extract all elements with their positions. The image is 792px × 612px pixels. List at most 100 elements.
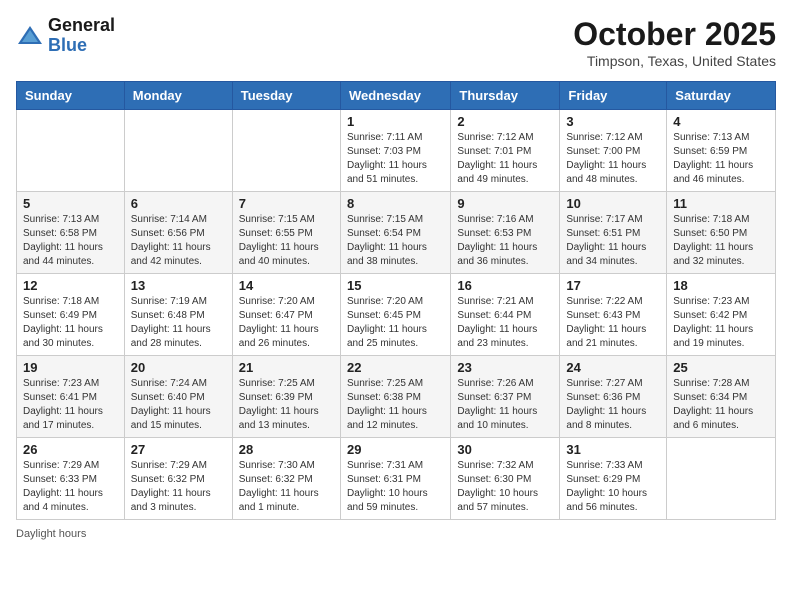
day-number: 11: [673, 196, 769, 211]
day-info: Sunrise: 7:30 AM Sunset: 6:32 PM Dayligh…: [239, 459, 334, 515]
calendar-cell: [667, 438, 776, 520]
calendar-cell: 20 Sunrise: 7:24 AM Sunset: 6:40 PM Dayli…: [124, 356, 232, 438]
day-info: Sunrise: 7:24 AM Sunset: 6:40 PM Dayligh…: [131, 377, 226, 433]
day-number: 9: [457, 196, 553, 211]
day-info: Sunrise: 7:22 AM Sunset: 6:43 PM Dayligh…: [566, 295, 660, 351]
day-info: Sunrise: 7:23 AM Sunset: 6:41 PM Dayligh…: [23, 377, 118, 433]
logo-general: General: [48, 16, 115, 36]
calendar-table: SundayMondayTuesdayWednesdayThursdayFrid…: [16, 81, 776, 520]
day-info: Sunrise: 7:21 AM Sunset: 6:44 PM Dayligh…: [457, 295, 553, 351]
calendar-cell: 6 Sunrise: 7:14 AM Sunset: 6:56 PM Daylig…: [124, 192, 232, 274]
weekday-header-tuesday: Tuesday: [232, 82, 340, 110]
day-info: Sunrise: 7:15 AM Sunset: 6:55 PM Dayligh…: [239, 213, 334, 269]
day-number: 6: [131, 196, 226, 211]
weekday-header-monday: Monday: [124, 82, 232, 110]
day-number: 18: [673, 278, 769, 293]
calendar-cell: 27 Sunrise: 7:29 AM Sunset: 6:32 PM Dayli…: [124, 438, 232, 520]
calendar-cell: [232, 110, 340, 192]
day-info: Sunrise: 7:20 AM Sunset: 6:47 PM Dayligh…: [239, 295, 334, 351]
calendar-cell: [17, 110, 125, 192]
calendar-cell: 30Sunrise: 7:32 AM Sunset: 6:30 PM Dayli…: [451, 438, 560, 520]
calendar-cell: 15Sunrise: 7:20 AM Sunset: 6:45 PM Dayli…: [340, 274, 450, 356]
calendar-cell: 10Sunrise: 7:17 AM Sunset: 6:51 PM Dayli…: [560, 192, 667, 274]
day-number: 13: [131, 278, 226, 293]
day-number: 20: [131, 360, 226, 375]
calendar-cell: [124, 110, 232, 192]
calendar-cell: 13 Sunrise: 7:19 AM Sunset: 6:48 PM Dayli…: [124, 274, 232, 356]
logo-blue: Blue: [48, 36, 115, 56]
day-number: 14: [239, 278, 334, 293]
month-title: October 2025: [573, 16, 776, 53]
day-number: 4: [673, 114, 769, 129]
calendar-cell: 19Sunrise: 7:23 AM Sunset: 6:41 PM Dayli…: [17, 356, 125, 438]
day-number: 5: [23, 196, 118, 211]
day-info: Sunrise: 7:25 AM Sunset: 6:39 PM Dayligh…: [239, 377, 334, 433]
calendar-cell: 9 Sunrise: 7:16 AM Sunset: 6:53 PM Daylig…: [451, 192, 560, 274]
day-info: Sunrise: 7:13 AM Sunset: 6:58 PM Dayligh…: [23, 213, 118, 269]
weekday-header-saturday: Saturday: [667, 82, 776, 110]
day-info: Sunrise: 7:33 AM Sunset: 6:29 PM Dayligh…: [566, 459, 660, 515]
page-header: General Blue October 2025 Timpson, Texas…: [16, 16, 776, 69]
logo-text: General Blue: [48, 16, 115, 56]
day-info: Sunrise: 7:17 AM Sunset: 6:51 PM Dayligh…: [566, 213, 660, 269]
calendar-cell: 21Sunrise: 7:25 AM Sunset: 6:39 PM Dayli…: [232, 356, 340, 438]
day-number: 1: [347, 114, 444, 129]
day-info: Sunrise: 7:12 AM Sunset: 7:01 PM Dayligh…: [457, 131, 553, 187]
day-number: 29: [347, 442, 444, 457]
day-number: 7: [239, 196, 334, 211]
day-number: 17: [566, 278, 660, 293]
day-info: Sunrise: 7:31 AM Sunset: 6:31 PM Dayligh…: [347, 459, 444, 515]
day-info: Sunrise: 7:28 AM Sunset: 6:34 PM Dayligh…: [673, 377, 769, 433]
day-info: Sunrise: 7:29 AM Sunset: 6:33 PM Dayligh…: [23, 459, 118, 515]
day-number: 22: [347, 360, 444, 375]
calendar-cell: 7 Sunrise: 7:15 AM Sunset: 6:55 PM Daylig…: [232, 192, 340, 274]
day-info: Sunrise: 7:13 AM Sunset: 6:59 PM Dayligh…: [673, 131, 769, 187]
calendar-cell: 26 Sunrise: 7:29 AM Sunset: 6:33 PM Dayli…: [17, 438, 125, 520]
week-row-2: 5 Sunrise: 7:13 AM Sunset: 6:58 PM Daylig…: [17, 192, 776, 274]
location: Timpson, Texas, United States: [573, 53, 776, 69]
logo-icon: [16, 22, 44, 50]
day-number: 27: [131, 442, 226, 457]
calendar-cell: 3Sunrise: 7:12 AM Sunset: 7:00 PM Daylig…: [560, 110, 667, 192]
day-info: Sunrise: 7:14 AM Sunset: 6:56 PM Dayligh…: [131, 213, 226, 269]
calendar-cell: 14 Sunrise: 7:20 AM Sunset: 6:47 PM Dayli…: [232, 274, 340, 356]
day-number: 16: [457, 278, 553, 293]
day-info: Sunrise: 7:15 AM Sunset: 6:54 PM Dayligh…: [347, 213, 444, 269]
calendar-cell: 22 Sunrise: 7:25 AM Sunset: 6:38 PM Dayli…: [340, 356, 450, 438]
logo: General Blue: [16, 16, 115, 56]
day-number: 12: [23, 278, 118, 293]
day-number: 2: [457, 114, 553, 129]
weekday-header-wednesday: Wednesday: [340, 82, 450, 110]
day-info: Sunrise: 7:16 AM Sunset: 6:53 PM Dayligh…: [457, 213, 553, 269]
calendar-cell: 5 Sunrise: 7:13 AM Sunset: 6:58 PM Daylig…: [17, 192, 125, 274]
day-info: Sunrise: 7:29 AM Sunset: 6:32 PM Dayligh…: [131, 459, 226, 515]
day-number: 25: [673, 360, 769, 375]
day-info: Sunrise: 7:20 AM Sunset: 6:45 PM Dayligh…: [347, 295, 444, 351]
calendar-cell: 29 Sunrise: 7:31 AM Sunset: 6:31 PM Dayli…: [340, 438, 450, 520]
calendar-cell: 24 Sunrise: 7:27 AM Sunset: 6:36 PM Dayli…: [560, 356, 667, 438]
day-number: 24: [566, 360, 660, 375]
weekday-header-thursday: Thursday: [451, 82, 560, 110]
day-number: 8: [347, 196, 444, 211]
day-info: Sunrise: 7:25 AM Sunset: 6:38 PM Dayligh…: [347, 377, 444, 433]
day-info: Sunrise: 7:27 AM Sunset: 6:36 PM Dayligh…: [566, 377, 660, 433]
week-row-1: 1 Sunrise: 7:11 AM Sunset: 7:03 PM Daylig…: [17, 110, 776, 192]
week-row-4: 19Sunrise: 7:23 AM Sunset: 6:41 PM Dayli…: [17, 356, 776, 438]
day-info: Sunrise: 7:23 AM Sunset: 6:42 PM Dayligh…: [673, 295, 769, 351]
day-number: 26: [23, 442, 118, 457]
day-number: 28: [239, 442, 334, 457]
week-row-5: 26 Sunrise: 7:29 AM Sunset: 6:33 PM Dayli…: [17, 438, 776, 520]
day-info: Sunrise: 7:32 AM Sunset: 6:30 PM Dayligh…: [457, 459, 553, 515]
calendar-cell: 18 Sunrise: 7:23 AM Sunset: 6:42 PM Dayli…: [667, 274, 776, 356]
day-info: Sunrise: 7:11 AM Sunset: 7:03 PM Dayligh…: [347, 131, 444, 187]
day-info: Sunrise: 7:18 AM Sunset: 6:49 PM Dayligh…: [23, 295, 118, 351]
daylight-hours-label: Daylight hours: [16, 528, 86, 540]
calendar-cell: 11Sunrise: 7:18 AM Sunset: 6:50 PM Dayli…: [667, 192, 776, 274]
day-number: 31: [566, 442, 660, 457]
weekday-header-friday: Friday: [560, 82, 667, 110]
calendar-cell: 23Sunrise: 7:26 AM Sunset: 6:37 PM Dayli…: [451, 356, 560, 438]
calendar-cell: 8 Sunrise: 7:15 AM Sunset: 6:54 PM Daylig…: [340, 192, 450, 274]
calendar-cell: 2 Sunrise: 7:12 AM Sunset: 7:01 PM Daylig…: [451, 110, 560, 192]
day-info: Sunrise: 7:19 AM Sunset: 6:48 PM Dayligh…: [131, 295, 226, 351]
calendar-cell: 28 Sunrise: 7:30 AM Sunset: 6:32 PM Dayli…: [232, 438, 340, 520]
